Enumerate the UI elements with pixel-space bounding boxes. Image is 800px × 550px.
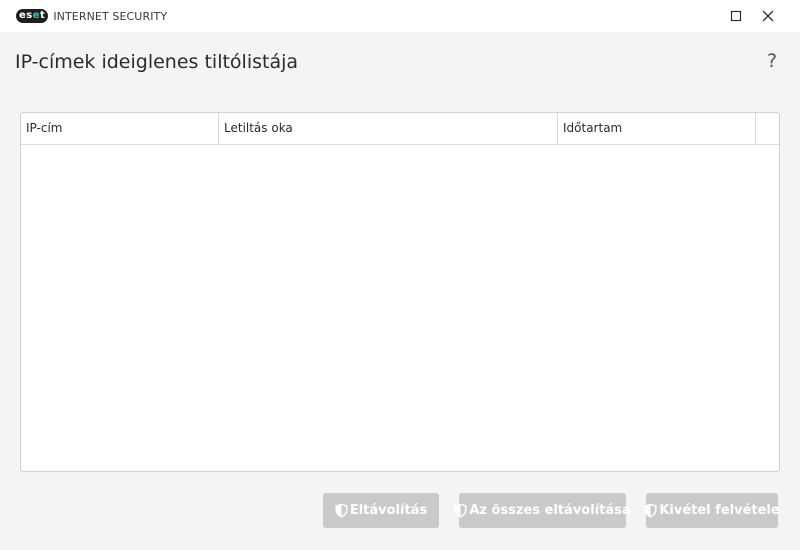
column-header-reason[interactable]: Letiltás oka (219, 113, 558, 144)
shield-icon (644, 503, 657, 518)
column-header-extra (756, 113, 779, 144)
shield-icon (335, 503, 348, 518)
remove-all-button[interactable]: Az összes eltávolítása (454, 493, 631, 528)
app-brand: es e t INTERNET SECURITY (16, 8, 167, 24)
product-name: INTERNET SECURITY (53, 9, 168, 23)
table-header: IP-cím Letiltás oka Időtartam (21, 113, 779, 145)
maximize-icon (730, 10, 742, 22)
table-body (21, 145, 779, 471)
logo-text-es: es (19, 10, 33, 21)
shield-icon (454, 503, 467, 518)
column-header-ip[interactable]: IP-cím (21, 113, 219, 144)
page-title: IP-címek ideiglenes tiltólistája (15, 51, 299, 73)
blocklist-table: IP-cím Letiltás oka Időtartam (20, 112, 780, 472)
close-icon (762, 10, 774, 22)
remove-all-button-label: Az összes eltávolítása (469, 503, 631, 518)
help-button[interactable]: ? (762, 50, 782, 74)
maximize-button[interactable] (720, 0, 752, 32)
add-exception-button[interactable]: Kivétel felvétele (644, 493, 780, 528)
remove-button-label: Eltávolítás (349, 503, 428, 518)
logo-text-t: t (40, 10, 46, 21)
logo-text-e: e (32, 10, 41, 21)
eset-logo: es e t (16, 9, 49, 23)
title-bar: es e t INTERNET SECURITY (0, 0, 800, 32)
column-header-duration[interactable]: Időtartam (558, 113, 756, 144)
add-exception-button-label: Kivétel felvétele (659, 503, 780, 518)
close-button[interactable] (752, 0, 784, 32)
remove-button[interactable]: Eltávolítás (323, 493, 439, 528)
